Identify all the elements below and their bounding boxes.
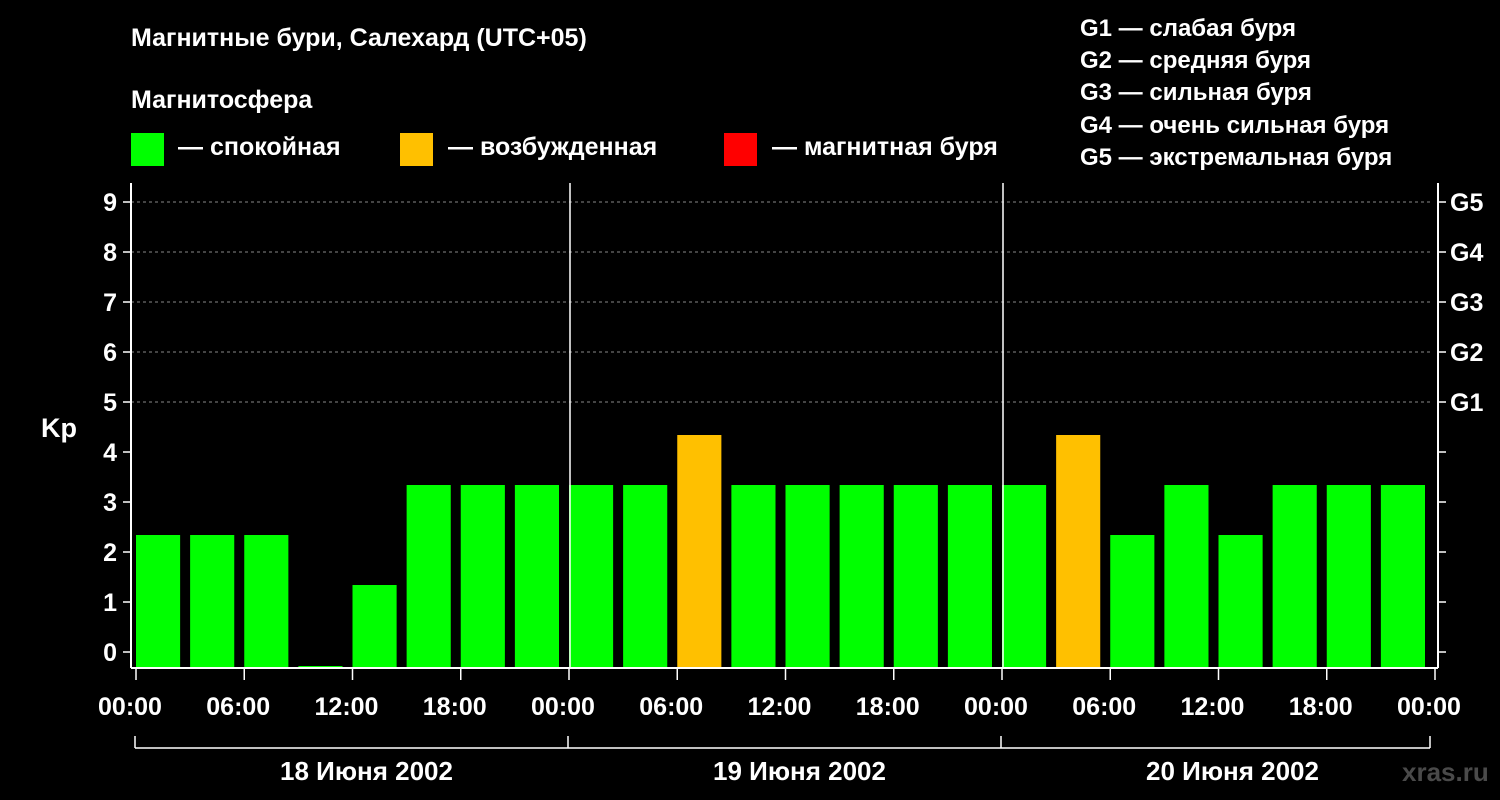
kp-bar [1272, 485, 1317, 668]
kp-bar [893, 485, 938, 668]
x-tick-label: 00:00 [531, 693, 595, 721]
x-tick-label: 00:00 [964, 693, 1028, 721]
y-tick-label: 6 [103, 339, 117, 367]
x-tick-label: 00:00 [98, 693, 162, 721]
kp-bar [785, 485, 830, 668]
kp-bar [1110, 535, 1155, 668]
x-tick-label: 12:00 [1181, 693, 1245, 721]
kp-bar [244, 535, 289, 668]
kp-bar [839, 485, 884, 668]
x-tick-label: 18:00 [856, 693, 920, 721]
y-tick-label: 0 [103, 639, 117, 667]
kp-bar [623, 485, 668, 668]
kp-bar [1056, 435, 1101, 668]
kp-bar [406, 485, 451, 668]
y-axis-label: Kp [41, 413, 77, 443]
date-label: 19 Июня 2002 [713, 756, 886, 786]
kp-bar [1218, 535, 1263, 668]
kp-bar [1380, 485, 1425, 668]
g-scale-label: G4 [1450, 239, 1483, 267]
kp-bar [947, 485, 992, 668]
g-scale-label: G5 [1450, 189, 1483, 217]
y-tick-label: 7 [103, 289, 117, 317]
x-tick-label: 06:00 [1072, 693, 1136, 721]
y-tick-label: 9 [103, 189, 117, 217]
g-scale-label: G2 [1450, 339, 1483, 367]
date-label: 20 Июня 2002 [1146, 756, 1319, 786]
g-scale-label: G3 [1450, 289, 1483, 317]
x-tick-label: 12:00 [748, 693, 812, 721]
x-tick-label: 18:00 [1289, 693, 1353, 721]
kp-bar [569, 485, 614, 668]
y-tick-label: 3 [103, 489, 117, 517]
kp-bar [731, 485, 776, 668]
y-tick-label: 1 [103, 589, 117, 617]
kp-bar [460, 485, 505, 668]
kp-bar [514, 485, 559, 668]
kp-bar-chart: 0 1 2 3 4 5 6 7 8 9 G1 G2 G3 G4 G5 Kp 00:00 06:00 12:00 18:… [41, 183, 1483, 786]
y-tick-label: 5 [103, 389, 117, 417]
y-tick-label: 2 [103, 539, 117, 567]
kp-bar [136, 535, 181, 668]
x-tick-label: 06:00 [206, 693, 270, 721]
x-tick-label: 12:00 [315, 693, 379, 721]
date-label: 18 Июня 2002 [280, 756, 453, 786]
x-tick-label: 00:00 [1397, 693, 1461, 721]
g-scale-label: G1 [1450, 389, 1483, 417]
kp-bar [1002, 485, 1047, 668]
x-tick-label: 18:00 [423, 693, 487, 721]
watermark: xras.ru [1402, 757, 1489, 787]
kp-bar [677, 435, 722, 668]
kp-bar [190, 535, 235, 668]
y-tick-label: 8 [103, 239, 117, 267]
y-tick-label: 4 [103, 439, 117, 467]
kp-bar [1326, 485, 1371, 668]
kp-bar [1164, 485, 1209, 668]
x-tick-label: 06:00 [639, 693, 703, 721]
kp-bar [352, 585, 397, 668]
